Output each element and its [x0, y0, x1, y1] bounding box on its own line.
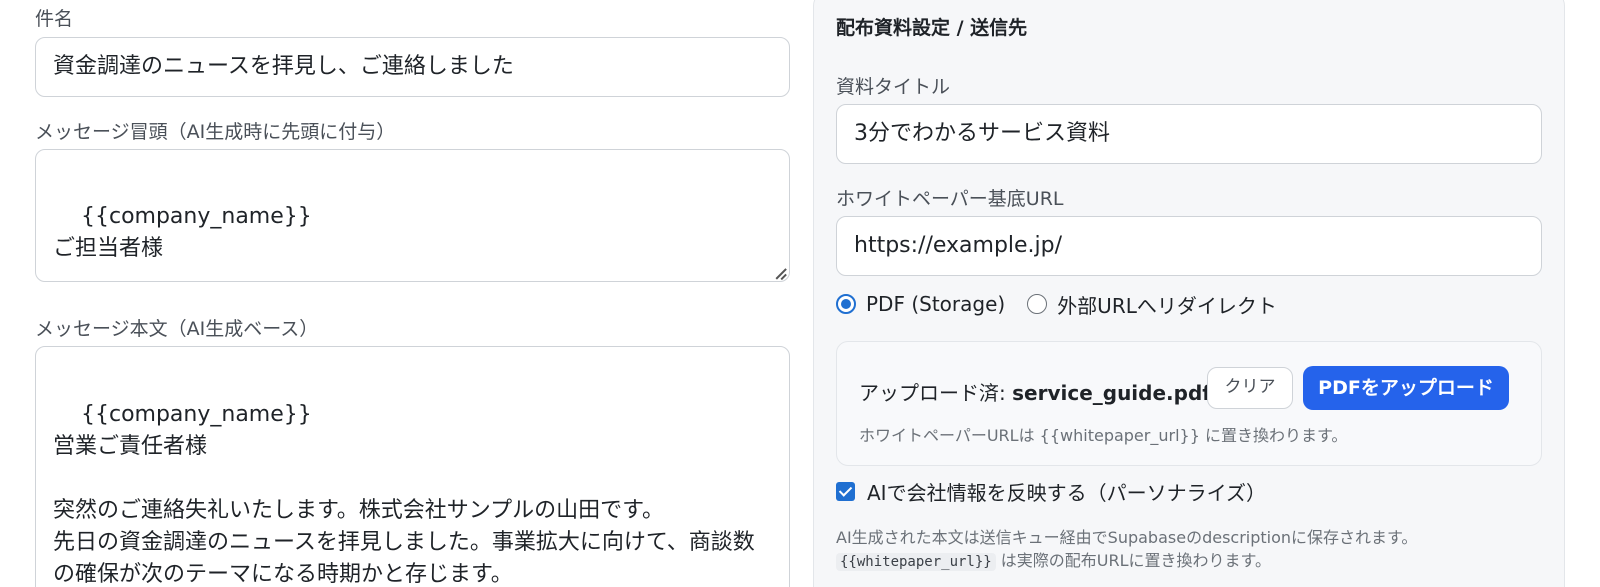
resize-handle-icon[interactable]: [775, 267, 786, 278]
url-replace-note-text: は実際の配布URLに置き換わります。: [995, 551, 1271, 570]
message-form: 件名 資金調達のニュースを拝見し、ご連絡しました メッセージ冒頭（AI生成時に先…: [35, 0, 790, 587]
body-label: メッセージ本文（AI生成ベース）: [35, 318, 319, 340]
upload-status: アップロード済: service_guide.pdf: [859, 377, 1211, 406]
base-url-label: ホワイトペーパー基底URL: [836, 188, 1064, 210]
upload-help-text: ホワイトペーパーURLは {{whitepaper_url}} に置き換わります…: [859, 426, 1348, 445]
distribution-settings-panel: 配布資料設定 / 送信先 資料タイトル 3分でわかるサービス資料 ホワイトペーパ…: [813, 0, 1565, 587]
personalize-label: AIで会社情報を反映する（パーソナライズ）: [867, 480, 1266, 505]
intro-textarea[interactable]: {{company_name}} ご担当者様: [35, 149, 790, 282]
radio-unselected-icon[interactable]: [1027, 294, 1048, 314]
subject-input[interactable]: 資金調達のニュースを拝見し、ご連絡しました: [35, 37, 790, 97]
doc-title-input[interactable]: 3分でわかるサービス資料: [836, 104, 1542, 164]
radio-pdf-label: PDF (Storage): [866, 292, 1006, 316]
upload-pdf-button[interactable]: PDFをアップロード: [1303, 366, 1509, 410]
uploaded-filename: service_guide.pdf: [1012, 381, 1211, 405]
radio-external-redirect[interactable]: 外部URLへリダイレクト: [1027, 290, 1277, 319]
radio-pdf-storage[interactable]: PDF (Storage): [836, 292, 1005, 316]
placeholder-code: {{whitepaper_url}}: [836, 553, 996, 571]
intro-label: メッセージ冒頭（AI生成時に先頭に付与）: [35, 121, 396, 143]
body-text: {{company_name}} 営業ご責任者様 突然のご連絡失礼いたします。株…: [53, 402, 755, 587]
doc-title-label: 資料タイトル: [836, 76, 951, 98]
radio-redirect-label: 外部URLへリダイレクト: [1057, 293, 1277, 318]
body-textarea[interactable]: {{company_name}} 営業ご責任者様 突然のご連絡失礼いたします。株…: [35, 346, 790, 587]
panel-title: 配布資料設定 / 送信先: [836, 17, 1028, 39]
pdf-upload-box: アップロード済: service_guide.pdf クリア PDFをアップロー…: [836, 341, 1542, 466]
checkbox-checked-icon[interactable]: [836, 481, 855, 501]
url-replace-note: {{whitepaper_url}} は実際の配布URLに置き換わります。: [836, 547, 1271, 571]
base-url-input[interactable]: https://example.jp/: [836, 216, 1542, 276]
subject-label: 件名: [35, 8, 74, 30]
clear-button[interactable]: クリア: [1207, 367, 1293, 409]
storage-note: AI生成された本文は送信キュー経由でSupabaseのdescriptionに保…: [836, 528, 1418, 547]
upload-status-prefix: アップロード済:: [859, 381, 1013, 405]
intro-text: {{company_name}} ご担当者様: [53, 204, 312, 261]
delivery-mode-radio-group: PDF (Storage) 外部URLへリダイレクト: [836, 289, 1299, 319]
personalize-checkbox-row[interactable]: AIで会社情報を反映する（パーソナライズ）: [836, 476, 1266, 506]
radio-selected-icon[interactable]: [836, 294, 856, 314]
